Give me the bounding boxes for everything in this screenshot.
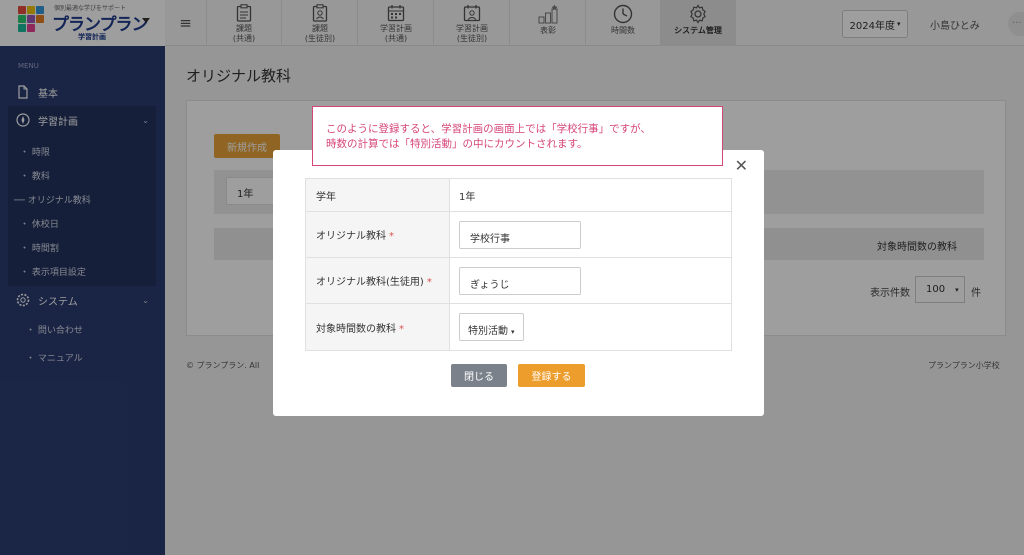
field-label-text: オリジナル教科(生徒用) [316, 277, 424, 288]
field-label-text: 学年 [316, 191, 336, 203]
close-button[interactable]: 閉じる [451, 364, 507, 387]
required-mark: * [399, 323, 404, 335]
callout-line-2: 時数の計算では「特別活動」の中にカウントされます。 [326, 138, 588, 150]
student-subject-input[interactable]: ぎょうじ [459, 266, 581, 295]
form-row-original-subject: オリジナル教科 * 学校行事 [305, 211, 732, 258]
close-icon[interactable]: ✕ [735, 156, 748, 175]
caret-down-icon: ▾ [511, 328, 515, 336]
register-modal: ✕ 学年 1年 オリジナル教科 * 学校行事 オリジナル教科(生徒用) * ぎょうじ… [273, 150, 764, 416]
original-subject-input[interactable]: 学校行事 [459, 220, 581, 249]
required-mark: * [426, 277, 432, 288]
grade-value: 1年 [449, 178, 732, 212]
form-row-student-subject: オリジナル教科(生徒用) * ぎょうじ [305, 257, 732, 304]
callout-line-1: このように登録すると、学習計画の画面上では「学校行事」ですが、 [326, 123, 651, 135]
annotation-callout: このように登録すると、学習計画の画面上では「学校行事」ですが、 時数の計算では「… [312, 106, 723, 166]
register-form: 学年 1年 オリジナル教科 * 学校行事 オリジナル教科(生徒用) * ぎょうじ 対… [305, 178, 732, 351]
target-subject-value: 特別活動 [468, 326, 508, 337]
form-row-grade: 学年 1年 [305, 178, 732, 212]
field-label: 対象時間数の教科 * [305, 303, 450, 351]
form-row-target-subject: 対象時間数の教科 * 特別活動 ▾ [305, 303, 732, 351]
field-label: 学年 [305, 178, 450, 212]
field-label: オリジナル教科(生徒用) * [305, 257, 450, 304]
field-label-text: 対象時間数の教科 [316, 323, 396, 335]
field-label: オリジナル教科 * [305, 211, 450, 258]
required-mark: * [389, 231, 394, 242]
register-button[interactable]: 登録する [518, 364, 585, 387]
target-subject-select[interactable]: 特別活動 ▾ [459, 313, 524, 341]
field-label-text: オリジナル教科 [316, 231, 386, 242]
